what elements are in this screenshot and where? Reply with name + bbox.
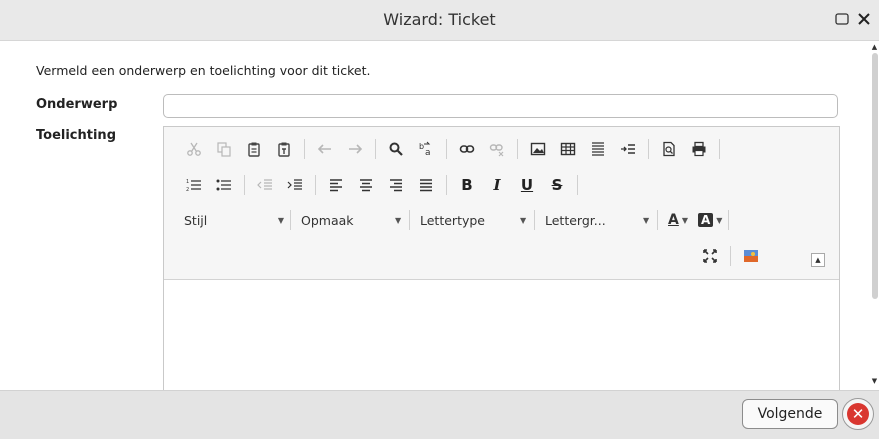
intro-text: Vermeld een onderwerp en toelichting voo… xyxy=(36,63,371,78)
bg-color-button[interactable]: A ▼ xyxy=(698,210,722,230)
align-justify-icon[interactable] xyxy=(416,175,436,195)
next-button[interactable]: Volgende xyxy=(742,399,838,429)
font-combo-label: Lettertype xyxy=(420,212,485,228)
editor-toolbar: ba 1 2 B I U S Stijl ▼ Opmaak ▼ Letterty… xyxy=(164,127,839,280)
chevron-down-icon: ▼ xyxy=(277,215,284,225)
copy-icon[interactable] xyxy=(214,139,234,159)
cancel-button[interactable]: ✕ xyxy=(842,398,874,430)
title-bar: Wizard: Ticket xyxy=(0,0,879,41)
chevron-down-icon: ▼ xyxy=(681,215,688,225)
scrollbar-thumb[interactable] xyxy=(872,53,878,299)
format-combo[interactable]: Opmaak ▼ xyxy=(301,210,403,230)
link-icon[interactable] xyxy=(457,139,477,159)
bold-button[interactable]: B xyxy=(457,175,477,195)
close-icon: ✕ xyxy=(847,403,869,425)
subject-input[interactable] xyxy=(163,94,838,118)
window-title: Wizard: Ticket xyxy=(383,10,496,29)
paste-icon[interactable] xyxy=(244,139,264,159)
print-icon[interactable] xyxy=(689,139,709,159)
align-right-icon[interactable] xyxy=(386,175,406,195)
paste-text-icon[interactable] xyxy=(274,139,294,159)
replace-icon[interactable]: ba xyxy=(416,139,436,159)
maximize-icon[interactable] xyxy=(833,10,851,28)
subject-label: Onderwerp xyxy=(36,97,118,112)
find-icon[interactable] xyxy=(386,139,406,159)
svg-text:a: a xyxy=(425,148,431,157)
chevron-down-icon: ▼ xyxy=(643,215,650,225)
bg-color-icon: A xyxy=(698,213,714,227)
style-combo[interactable]: Stijl ▼ xyxy=(184,210,284,230)
svg-text:1: 1 xyxy=(186,179,189,185)
bullet-list-icon[interactable] xyxy=(214,175,234,195)
close-icon[interactable] xyxy=(855,10,873,28)
undo-icon[interactable] xyxy=(315,139,335,159)
wizard-content: Vermeld een onderwerp en toelichting voo… xyxy=(0,41,870,390)
style-combo-label: Stijl xyxy=(184,212,208,228)
rich-text-editor: ba 1 2 B I U S Stijl ▼ Opmaak ▼ Letterty… xyxy=(163,126,840,390)
cut-icon[interactable] xyxy=(184,139,204,159)
scroll-down-icon[interactable]: ▼ xyxy=(870,377,879,385)
font-size-combo[interactable]: Lettergr... ▼ xyxy=(545,210,651,230)
strike-button[interactable]: S xyxy=(547,175,567,195)
text-color-button[interactable]: A ▼ xyxy=(668,210,688,230)
indent-icon[interactable] xyxy=(285,175,305,195)
format-combo-label: Opmaak xyxy=(301,212,354,228)
editor-content-area[interactable] xyxy=(164,280,839,390)
chevron-down-icon: ▼ xyxy=(395,215,402,225)
scroll-up-icon[interactable]: ▲ xyxy=(870,43,879,51)
font-size-combo-label: Lettergr... xyxy=(545,212,606,228)
collapse-toolbar-icon[interactable]: ▲ xyxy=(811,253,825,267)
vertical-scrollbar[interactable]: ▲ ▼ xyxy=(870,41,879,390)
maximize-editor-icon[interactable] xyxy=(700,246,720,266)
image-icon[interactable] xyxy=(528,139,548,159)
redo-icon[interactable] xyxy=(345,139,365,159)
font-combo[interactable]: Lettertype ▼ xyxy=(420,210,528,230)
align-left-icon[interactable] xyxy=(326,175,346,195)
text-color-icon: A xyxy=(668,212,679,228)
special-char-icon[interactable] xyxy=(618,139,638,159)
align-center-icon[interactable] xyxy=(356,175,376,195)
italic-button[interactable]: I xyxy=(487,175,507,195)
wizard-window: Wizard: Ticket Vermeld een onderwerp en … xyxy=(0,0,879,439)
chevron-down-icon: ▼ xyxy=(520,215,527,225)
wizard-footer: Volgende ✕ xyxy=(0,390,879,439)
chevron-down-icon: ▼ xyxy=(716,215,723,225)
svg-text:b: b xyxy=(419,142,424,151)
table-icon[interactable] xyxy=(558,139,578,159)
outdent-icon[interactable] xyxy=(255,175,275,195)
description-label: Toelichting xyxy=(36,128,116,143)
unlink-icon[interactable] xyxy=(487,139,507,159)
preview-icon[interactable] xyxy=(659,139,679,159)
underline-button[interactable]: U xyxy=(517,175,537,195)
svg-text:2: 2 xyxy=(186,187,189,193)
horizontal-line-icon[interactable] xyxy=(588,139,608,159)
numbered-list-icon[interactable]: 12 xyxy=(184,175,204,195)
insert-media-icon[interactable] xyxy=(741,246,761,266)
